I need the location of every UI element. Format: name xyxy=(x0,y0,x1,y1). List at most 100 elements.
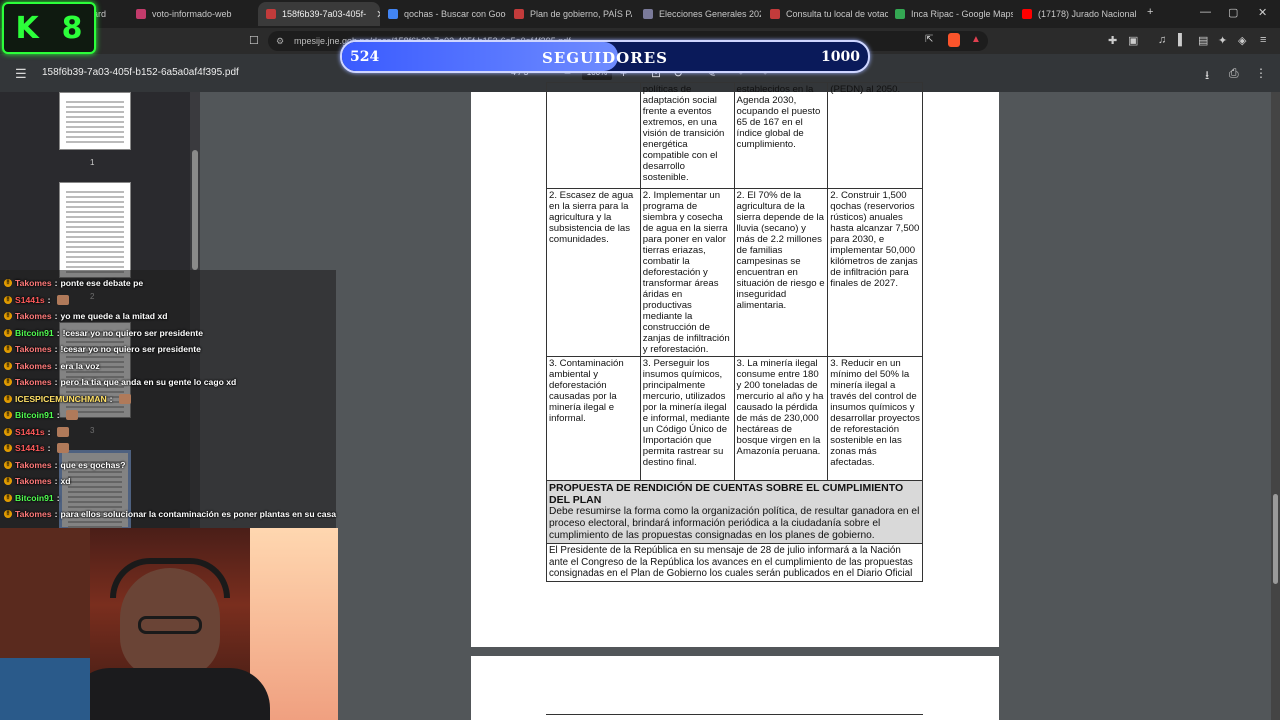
chat-badge-icon: ! xyxy=(4,493,12,502)
chat-message: ! S1441s: xyxy=(4,443,69,453)
chat-badge-icon: ! xyxy=(4,411,12,419)
screenshot-icon[interactable]: ▣ xyxy=(1128,34,1138,47)
chat-badge-icon: ! xyxy=(4,312,12,320)
wallet-icon[interactable]: ▤ xyxy=(1198,34,1208,47)
chat-text: ponte ese debate pe xyxy=(60,278,144,288)
chat-separator: : xyxy=(47,294,51,305)
chat-username[interactable]: Bitcoin91 xyxy=(15,328,54,338)
chat-username[interactable]: Takomes xyxy=(15,509,52,519)
chat-text: !cesar yo no quiero ser presidente xyxy=(62,327,203,338)
thumbnail-page-1[interactable] xyxy=(59,92,131,150)
chat-text: xd xyxy=(60,476,71,486)
tab-label: voto-informado-web xyxy=(152,9,232,19)
extensions-icon[interactable]: ✚ xyxy=(1108,34,1117,47)
tab-close-icon[interactable]: ✕ xyxy=(376,8,380,21)
chat-username[interactable]: S1441s xyxy=(15,427,45,437)
media-icon[interactable]: ♫ xyxy=(1158,34,1166,46)
thumbnail-text-line xyxy=(66,256,124,258)
thumbnail-text-line xyxy=(66,136,124,138)
headphones xyxy=(110,558,230,598)
chat-separator: : xyxy=(54,377,58,387)
chat-username[interactable]: Bitcoin91 xyxy=(15,410,54,420)
maximize-icon[interactable]: ▢ xyxy=(1228,6,1238,19)
streamer-jacket xyxy=(70,668,270,720)
browser-tab[interactable]: Elecciones Generales 2026 xyxy=(643,2,761,26)
table-row: políticas de adaptación social frente a … xyxy=(546,82,923,189)
bookmark-icon[interactable]: ☐ xyxy=(249,34,259,47)
chat-separator: : xyxy=(47,426,51,437)
tab-label: (17178) Jurado Nacional d xyxy=(1038,9,1136,19)
chat-username[interactable]: ICESPICEMUNCHMAN xyxy=(15,394,107,404)
chat-message: ! Takomes: pero la tia que anda en su gent… xyxy=(4,377,236,387)
channel-logo: K 8 xyxy=(2,2,96,54)
browser-tab[interactable]: 158f6b39-7a03-405f- ✕ xyxy=(258,2,380,26)
chat-text: yo me quede a la mitad xd xyxy=(60,311,168,321)
goal-label: SEGUIDORES xyxy=(542,49,668,67)
chat-text: !cesar yo no quiero ser presidente xyxy=(60,344,201,354)
glasses xyxy=(138,616,202,634)
menu-icon[interactable]: ≡ xyxy=(1260,34,1266,46)
vpn-icon[interactable]: ◈ xyxy=(1238,34,1246,47)
thumbnail-text-line xyxy=(66,116,124,118)
chat-separator: : xyxy=(54,344,58,354)
chat-username[interactable]: Takomes xyxy=(15,278,52,288)
chat-emote-icon xyxy=(56,443,69,453)
table-cell: políticas de adaptación social frente a … xyxy=(639,82,735,189)
viewer-scroll-thumb[interactable] xyxy=(1273,494,1278,584)
site-info-icon[interactable]: ⚙ xyxy=(276,31,284,51)
chat-username[interactable]: Takomes xyxy=(15,460,52,470)
goal-target: 1000 xyxy=(821,49,860,65)
download-icon[interactable]: ⭳ xyxy=(1205,66,1209,87)
share-icon[interactable]: ⇱ xyxy=(925,34,933,45)
chat-badge-icon: ! xyxy=(4,477,12,485)
chat-message: ! Takomes: ponte ese debate pe xyxy=(4,278,143,288)
print-icon[interactable]: ⎙ xyxy=(1229,66,1239,81)
proposal-description: Debe resumirse la forma como la organiza… xyxy=(549,506,920,541)
chat-separator: : xyxy=(54,476,58,486)
browser-tab[interactable]: voto-informado-web xyxy=(136,2,254,26)
thumbnail-text-line xyxy=(66,126,124,128)
pdf-filename: 158f6b39-7a03-405f-b152-6a5a0af4f395.pdf xyxy=(42,67,239,78)
chat-username[interactable]: Takomes xyxy=(15,311,52,321)
table-cell: (PEDN) al 2050. xyxy=(827,82,923,189)
minimize-icon[interactable]: — xyxy=(1200,6,1211,18)
new-tab-icon[interactable]: + xyxy=(1147,6,1153,18)
brave-shield-icon[interactable] xyxy=(948,33,960,47)
more-options-icon[interactable]: ⋮ xyxy=(1255,66,1267,80)
leo-ai-icon[interactable]: ✦ xyxy=(1218,34,1227,47)
follower-goal-bar: 524 SEGUIDORES 1000 xyxy=(340,40,870,73)
browser-tab[interactable]: (17178) Jurado Nacional d xyxy=(1022,2,1136,26)
blanket xyxy=(0,658,90,720)
thumbnail-text-line xyxy=(66,111,124,113)
chat-username[interactable]: Takomes xyxy=(15,361,52,371)
chat-badge-icon: ! xyxy=(4,361,12,370)
viewer-scrollbar[interactable] xyxy=(1271,92,1280,720)
chat-username[interactable]: Takomes xyxy=(15,344,52,354)
thumbnail-text-line xyxy=(66,191,124,193)
chat-text: para ellos solucionar la contaminación e… xyxy=(60,509,337,519)
browser-tab-strip: oard voto-informado-web 158f6b39-7a03-405f… xyxy=(0,0,1280,28)
browser-tab[interactable]: qochas - Buscar con Goog xyxy=(388,2,506,26)
tab-label: 158f6b39-7a03-405f- xyxy=(282,9,367,19)
thumbnail-page-2[interactable] xyxy=(59,182,131,278)
chat-username[interactable]: S1441s xyxy=(15,443,45,453)
chat-username[interactable]: Bitcoin91 xyxy=(15,493,54,503)
chat-username[interactable]: S1441s xyxy=(15,295,45,305)
thumbnail-text-line xyxy=(66,261,124,263)
logo-letter: K xyxy=(15,10,39,46)
browser-tab[interactable]: Plan de gobierno, PAÍS PA xyxy=(514,2,632,26)
chat-username[interactable]: Takomes xyxy=(15,377,52,387)
table-row: 3. Contaminación ambiental y deforestaci… xyxy=(546,356,923,481)
table-cell: 2. Escasez de agua en la sierra para la … xyxy=(546,188,641,357)
chat-username[interactable]: Takomes xyxy=(15,476,52,486)
table-cell: 2. Implementar un programa de siembra y … xyxy=(639,188,735,357)
rewards-icon[interactable]: ▲ xyxy=(971,34,981,45)
browser-tab[interactable]: Consulta tu local de votac xyxy=(770,2,888,26)
chat-emote-icon xyxy=(56,294,69,305)
sidebar-icon[interactable]: ▌ xyxy=(1178,34,1186,46)
thumbnail-scroll-thumb[interactable] xyxy=(192,150,198,270)
browser-tab[interactable]: Inca Ripac - Google Maps xyxy=(895,2,1013,26)
close-window-icon[interactable]: ✕ xyxy=(1258,6,1267,19)
pdf-menu-icon[interactable]: ☰ xyxy=(15,66,27,82)
chat-separator: : xyxy=(54,360,58,371)
